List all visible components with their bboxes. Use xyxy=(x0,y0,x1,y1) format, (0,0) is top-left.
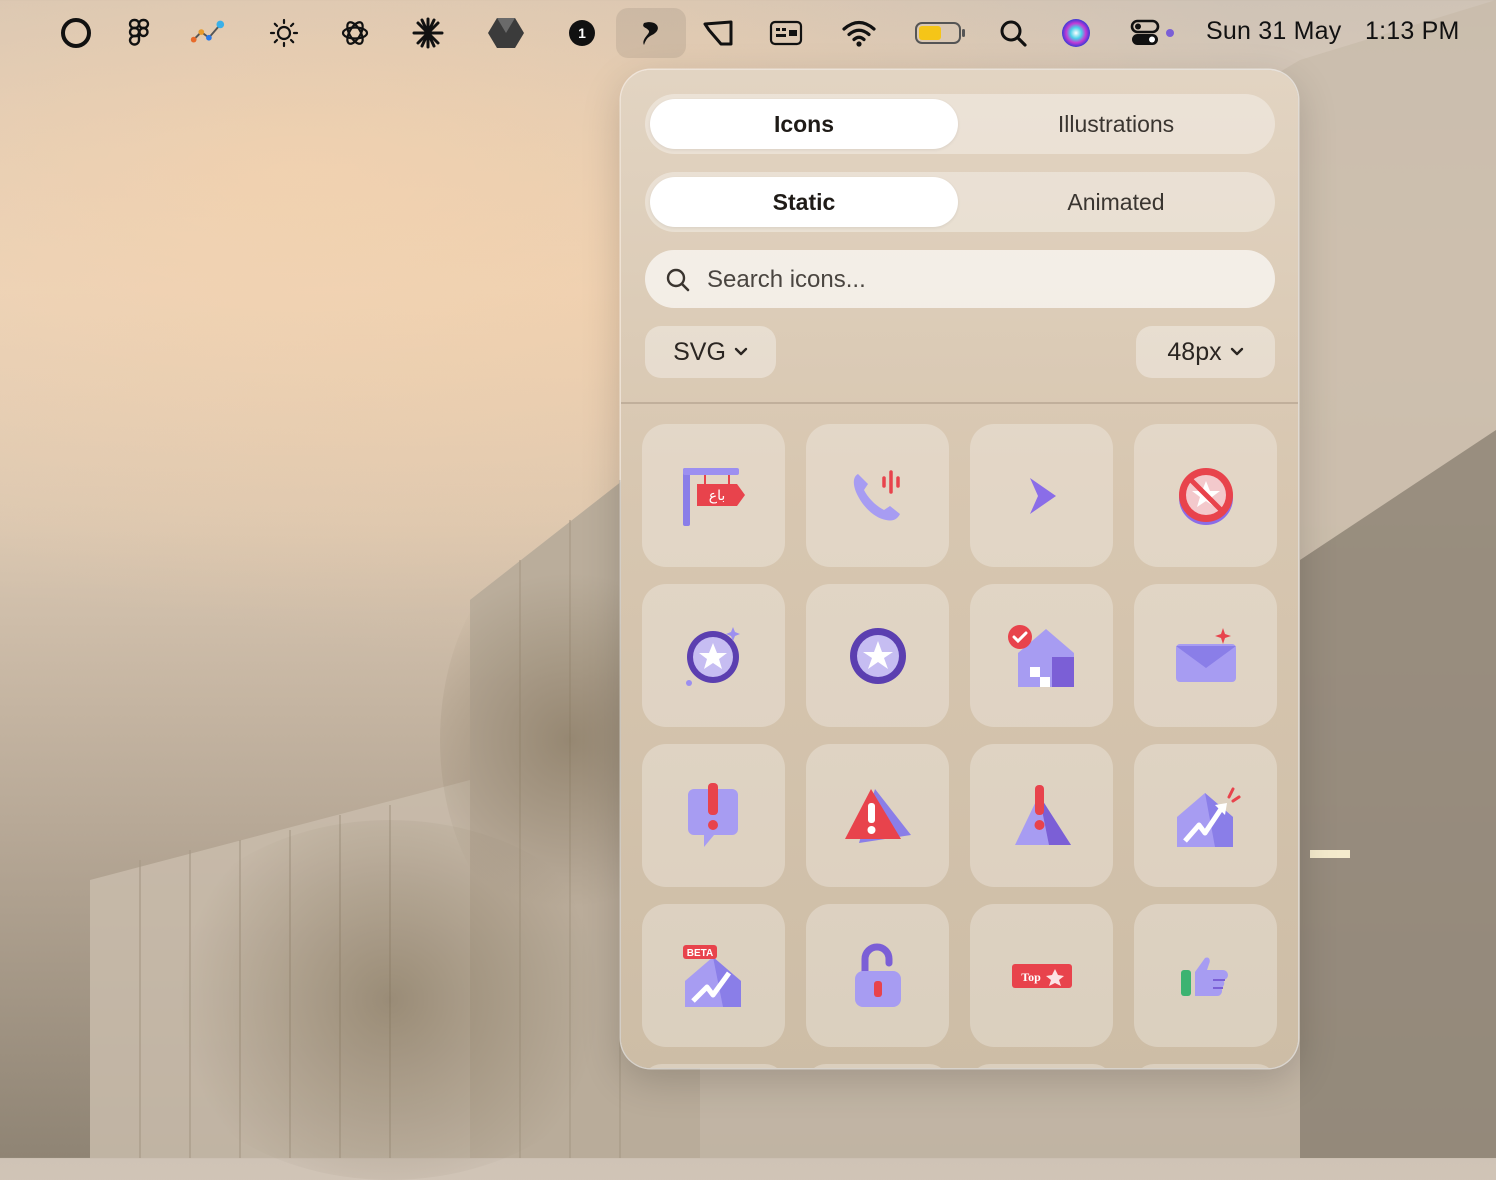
menu-bar: 1 Sun 31 May 1:13 PM xyxy=(0,0,1496,66)
award-badge-sparkle-icon xyxy=(685,626,740,686)
icon-tile[interactable]: BETA xyxy=(642,904,785,1047)
svg-text:1: 1 xyxy=(578,25,586,41)
battery-icon[interactable] xyxy=(913,14,969,52)
wifi-icon[interactable] xyxy=(840,14,878,52)
node-graph-icon[interactable] xyxy=(188,14,226,52)
format-dropdown[interactable]: SVG xyxy=(645,326,776,378)
chevron-down-icon xyxy=(734,347,748,356)
beta-label: BETA xyxy=(686,948,712,959)
icon-tile[interactable] xyxy=(806,744,949,887)
icon-tile[interactable] xyxy=(806,1064,949,1068)
icon-tile[interactable] xyxy=(642,744,785,887)
icon-tile[interactable] xyxy=(1134,904,1277,1047)
tab-static[interactable]: Static xyxy=(650,177,958,227)
icon-tile[interactable] xyxy=(1134,744,1277,887)
unlocked-padlock-icon xyxy=(854,943,901,1007)
icon-library-popover: Icons Illustrations Static Animated SVG … xyxy=(621,70,1298,1068)
icon-tile[interactable] xyxy=(1134,584,1277,727)
icon-tile[interactable] xyxy=(970,424,1113,567)
notch-app-icon[interactable] xyxy=(699,14,737,52)
spotlight-icon[interactable] xyxy=(994,14,1032,52)
circle-app-icon[interactable] xyxy=(57,14,95,52)
size-dropdown[interactable]: 48px xyxy=(1136,326,1275,378)
house-growth-icon xyxy=(1176,787,1240,847)
search-bar xyxy=(645,250,1275,308)
search-icon xyxy=(666,268,690,292)
size-value: 48px xyxy=(1167,337,1222,366)
hexagon-app-icon[interactable] xyxy=(487,14,525,52)
claude-icon[interactable] xyxy=(409,14,447,52)
siri-icon[interactable] xyxy=(1057,14,1095,52)
mode-segmented-control: Static Animated xyxy=(645,172,1275,232)
control-center-icon[interactable] xyxy=(1128,14,1178,52)
award-badge-icon xyxy=(849,627,906,684)
sale-sign-text: باع xyxy=(708,488,725,504)
icon-tile[interactable] xyxy=(970,744,1113,887)
icon-tile[interactable] xyxy=(642,1064,785,1068)
icon-tile[interactable] xyxy=(1134,424,1277,567)
icon-tile[interactable]: باع xyxy=(642,424,785,567)
warning-triangle-icon xyxy=(844,788,911,843)
house-check-icon xyxy=(1007,624,1074,687)
house-growth-beta-icon: BETA xyxy=(682,944,741,1007)
divider xyxy=(621,402,1298,404)
figma-icon[interactable] xyxy=(120,14,158,52)
keyboard-icon[interactable] xyxy=(767,14,805,52)
no-award-icon xyxy=(1178,467,1233,525)
icon-tile[interactable] xyxy=(806,424,949,567)
menu-bar-date[interactable]: Sun 31 May xyxy=(1206,17,1341,46)
warning-sign-icon xyxy=(1014,784,1071,845)
one-password-icon[interactable]: 1 xyxy=(563,14,601,52)
tab-animated[interactable]: Animated xyxy=(962,177,1270,227)
icon-tile[interactable] xyxy=(970,584,1113,727)
iconly-app-icon[interactable] xyxy=(616,8,686,58)
icon-tile[interactable] xyxy=(1134,1064,1277,1068)
sale-sign-icon: باع xyxy=(682,467,745,526)
icon-tile[interactable]: Top xyxy=(970,904,1113,1047)
openai-icon[interactable] xyxy=(336,14,374,52)
type-segmented-control: Icons Illustrations xyxy=(645,94,1275,154)
icon-tile[interactable] xyxy=(642,584,785,727)
brightness-icon[interactable] xyxy=(265,14,303,52)
search-input[interactable] xyxy=(705,258,1249,302)
chevron-down-icon xyxy=(1230,347,1243,356)
icon-tile[interactable] xyxy=(970,1064,1113,1068)
mail-sparkle-icon xyxy=(1175,627,1236,682)
thumbs-up-icon xyxy=(1180,956,1228,996)
format-value: SVG xyxy=(673,337,726,366)
icon-tile[interactable] xyxy=(806,584,949,727)
tab-icons[interactable]: Icons xyxy=(650,99,958,149)
top-ticket-icon: Top xyxy=(1011,963,1072,988)
top-label: Top xyxy=(1021,970,1041,984)
chevron-right-icon xyxy=(1029,477,1056,514)
alert-message-icon xyxy=(687,782,738,847)
icon-tile[interactable] xyxy=(806,904,949,1047)
menu-bar-time[interactable]: 1:13 PM xyxy=(1365,17,1460,46)
tab-illustrations[interactable]: Illustrations xyxy=(962,99,1270,149)
phone-call-icon xyxy=(853,469,900,521)
